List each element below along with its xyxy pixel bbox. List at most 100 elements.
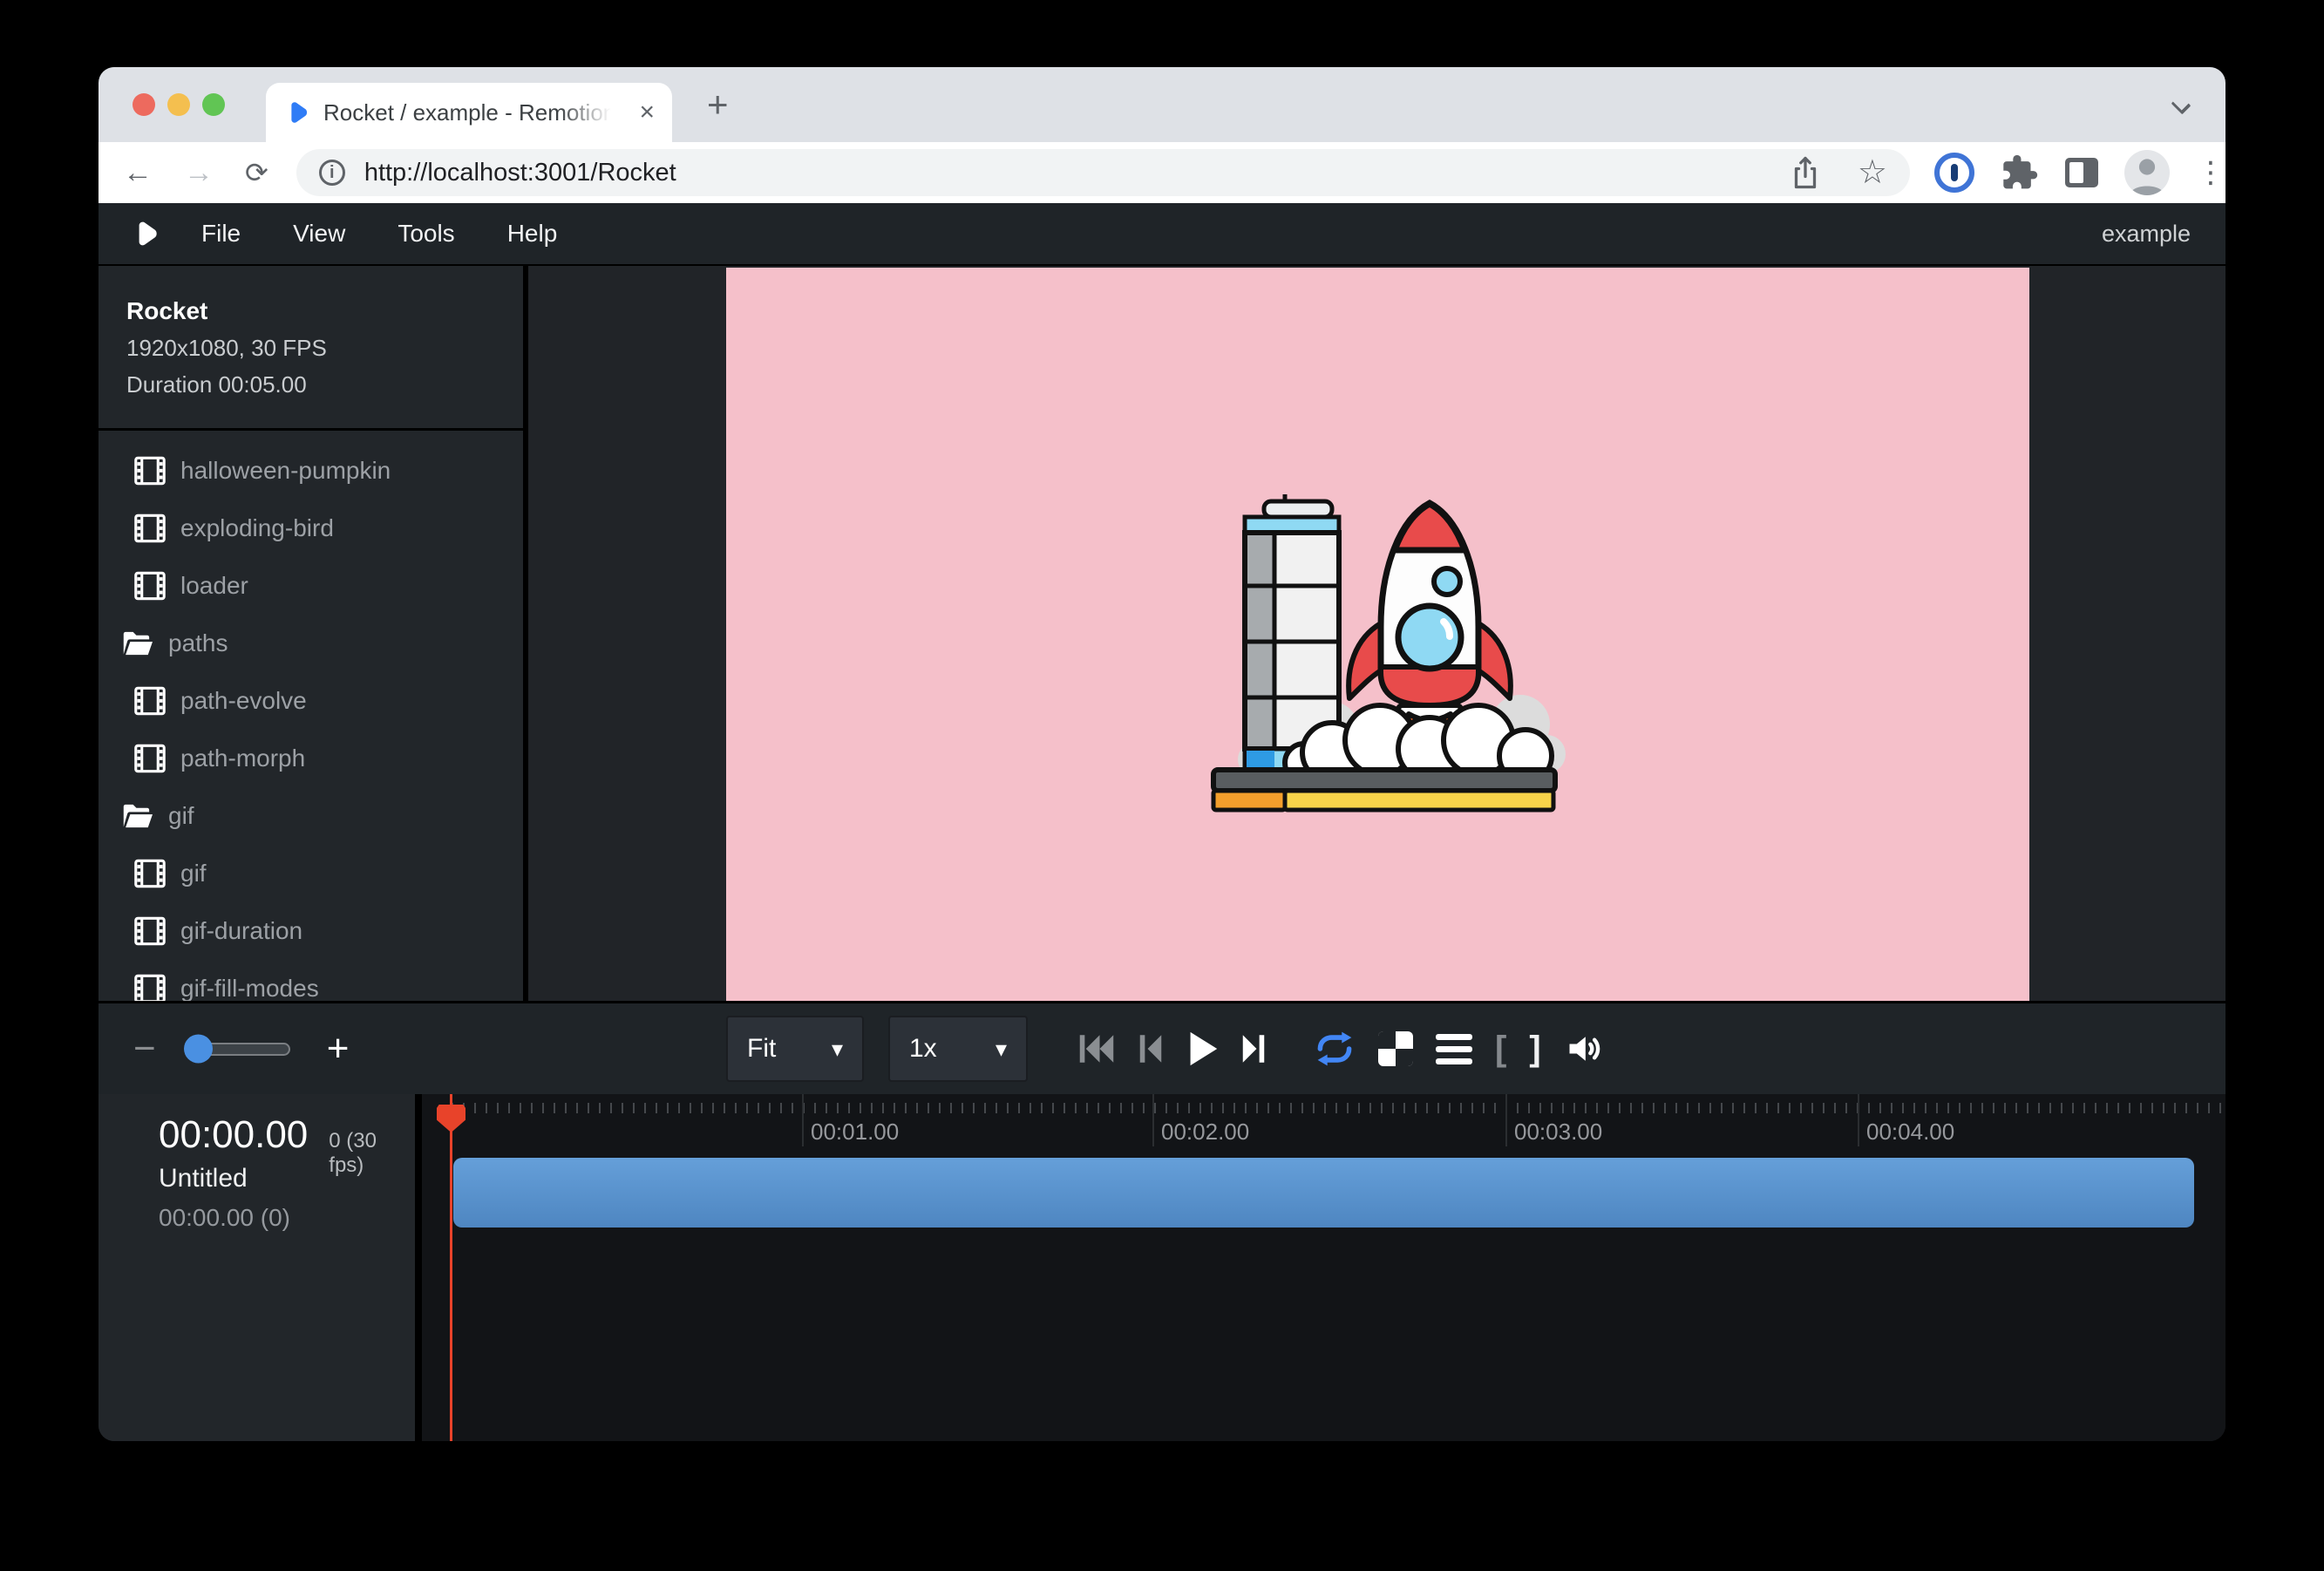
next-frame-button[interactable] xyxy=(1239,1030,1268,1067)
composition-item[interactable]: gif xyxy=(99,845,523,902)
forward-button[interactable]: → xyxy=(184,158,214,187)
side-panel-icon[interactable] xyxy=(2065,158,2098,187)
folder-open-icon xyxy=(120,801,155,831)
menu-item[interactable]: Tools xyxy=(398,220,454,248)
share-icon[interactable] xyxy=(1790,155,1821,190)
track-start-info: 00:00.00 (0) xyxy=(159,1204,290,1232)
composition-item[interactable]: gif-duration xyxy=(99,902,523,960)
zoom-in-button[interactable]: + xyxy=(327,1030,350,1068)
film-icon xyxy=(133,744,168,773)
browser-menu-kebab-icon[interactable]: ⋮ xyxy=(2196,158,2225,187)
film-icon xyxy=(133,859,168,888)
timeline-info-panel: 00:00.00 0 (30 fps) Untitled 00:00.00 (0… xyxy=(99,1094,415,1441)
compositions-sidebar: Rocket 1920x1080, 30 FPS Duration 00:05.… xyxy=(99,266,523,1001)
tab-close-icon[interactable]: × xyxy=(639,99,655,126)
composition-item[interactable]: paths xyxy=(99,615,523,672)
remotion-menubar: File View Tools Help example xyxy=(99,203,2225,266)
current-timecode: 00:00.00 xyxy=(159,1113,308,1157)
extensions-puzzle-icon[interactable] xyxy=(2001,153,2039,192)
current-frame-label: 0 (30 fps) xyxy=(329,1129,415,1178)
browser-window: Rocket / example - Remotion P × + ← → ⟳ … xyxy=(99,67,2225,1441)
zoom-slider[interactable] xyxy=(187,1043,290,1056)
tab-search-chevron-icon[interactable] xyxy=(2171,95,2191,115)
menu-item[interactable]: Help xyxy=(507,220,558,248)
zoom-out-button[interactable]: − xyxy=(133,1030,156,1068)
jump-to-start-button[interactable] xyxy=(1077,1030,1117,1067)
remotion-logo-icon[interactable] xyxy=(130,219,160,248)
composition-item[interactable]: path-evolve xyxy=(99,672,523,730)
back-button[interactable]: ← xyxy=(123,158,153,187)
menu-items: File View Tools Help xyxy=(201,220,557,248)
film-icon xyxy=(133,974,168,1001)
composition-label: path-morph xyxy=(180,745,305,772)
tab-title: Rocket / example - Remotion P xyxy=(323,99,611,126)
ruler-gridline xyxy=(1152,1094,1154,1146)
ruler-ticks xyxy=(452,1103,2225,1113)
film-icon xyxy=(133,513,168,543)
composition-duration: Duration 00:05.00 xyxy=(126,371,495,398)
menu-item[interactable]: View xyxy=(293,220,345,248)
previous-frame-button[interactable] xyxy=(1136,1030,1165,1067)
zoom-slider-thumb[interactable] xyxy=(184,1035,213,1064)
fullscreen-window-button[interactable] xyxy=(202,93,225,116)
composition-title: Rocket xyxy=(126,297,495,325)
timeline-track-area[interactable]: 00:01.00 00:02.00 00:03.00 00:04.00 xyxy=(422,1094,2225,1441)
composition-label: gif-fill-modes xyxy=(180,975,319,1001)
volume-icon[interactable] xyxy=(1564,1030,1604,1068)
composition-label: gif-duration xyxy=(180,917,302,945)
video-canvas[interactable] xyxy=(726,268,2029,1001)
browser-toolbar: ← → ⟳ i http://localhost:3001/Rocket ☆ xyxy=(99,142,2225,203)
composition-item[interactable]: halloween-pumpkin xyxy=(99,442,523,500)
composition-item[interactable]: gif xyxy=(99,787,523,845)
bookmark-star-icon[interactable]: ☆ xyxy=(1858,156,1887,189)
main-area: Rocket 1920x1080, 30 FPS Duration 00:05.… xyxy=(99,266,2225,1001)
sequence-track-bar[interactable] xyxy=(453,1158,2194,1228)
new-tab-button[interactable]: + xyxy=(707,93,729,116)
speed-dropdown[interactable]: 1x ▾ xyxy=(888,1016,1028,1082)
film-icon xyxy=(133,456,168,486)
play-button[interactable] xyxy=(1185,1029,1220,1069)
composition-item[interactable]: gif-fill-modes xyxy=(99,960,523,1001)
composition-list: halloween-pumpkin xyxy=(99,431,523,1001)
ruler-label: 00:01.00 xyxy=(811,1119,899,1146)
ruler-gridline xyxy=(1858,1094,1859,1146)
film-icon xyxy=(133,686,168,716)
remotion-favicon-icon xyxy=(283,99,309,126)
screenshot-root: Rocket / example - Remotion P × + ← → ⟳ … xyxy=(0,0,2324,1571)
speed-dropdown-label: 1x xyxy=(909,1034,937,1064)
onepassword-extension-icon[interactable] xyxy=(1934,153,1974,193)
reload-button[interactable]: ⟳ xyxy=(245,159,268,187)
site-info-icon[interactable]: i xyxy=(319,160,345,186)
rocket-illustration xyxy=(1201,452,1567,819)
playback-controls: Fit ▾ 1x ▾ xyxy=(726,1003,1604,1094)
ruler-gridline xyxy=(802,1094,804,1146)
composition-info: Rocket 1920x1080, 30 FPS Duration 00:05.… xyxy=(99,266,523,398)
in-point-icon[interactable]: [ xyxy=(1495,1031,1506,1066)
profile-avatar[interactable] xyxy=(2124,150,2170,195)
menu-item[interactable]: File xyxy=(201,220,241,248)
close-window-button[interactable] xyxy=(133,93,155,116)
tab-strip: Rocket / example - Remotion P × + xyxy=(99,67,2225,142)
player-controls-bar: − + Fit ▾ 1x ▾ xyxy=(99,1001,2225,1094)
composition-item[interactable]: loader xyxy=(99,557,523,615)
timeline-panel-toggle-icon[interactable] xyxy=(1436,1034,1472,1064)
playhead-handle[interactable] xyxy=(437,1105,465,1132)
ruler-gridline xyxy=(1505,1094,1507,1146)
project-name-label: example xyxy=(2102,221,2191,248)
size-dropdown[interactable]: Fit ▾ xyxy=(726,1016,864,1082)
size-dropdown-label: Fit xyxy=(747,1034,776,1064)
minimize-window-button[interactable] xyxy=(167,93,190,116)
url-text[interactable]: http://localhost:3001/Rocket xyxy=(364,159,676,187)
timeline-divider[interactable] xyxy=(415,1094,422,1441)
out-point-icon[interactable]: ] xyxy=(1529,1031,1540,1066)
composition-item[interactable]: path-morph xyxy=(99,730,523,787)
browser-tab[interactable]: Rocket / example - Remotion P × xyxy=(266,83,672,142)
preview-pane xyxy=(528,266,2225,1001)
address-bar[interactable]: i http://localhost:3001/Rocket ☆ xyxy=(296,149,1910,196)
composition-label: gif xyxy=(180,860,207,888)
loop-toggle-icon[interactable] xyxy=(1314,1030,1356,1067)
folder-open-icon xyxy=(120,629,155,658)
playhead-line[interactable] xyxy=(450,1094,452,1441)
transparency-checkerboard-icon[interactable] xyxy=(1378,1031,1413,1066)
composition-item[interactable]: exploding-bird xyxy=(99,500,523,557)
